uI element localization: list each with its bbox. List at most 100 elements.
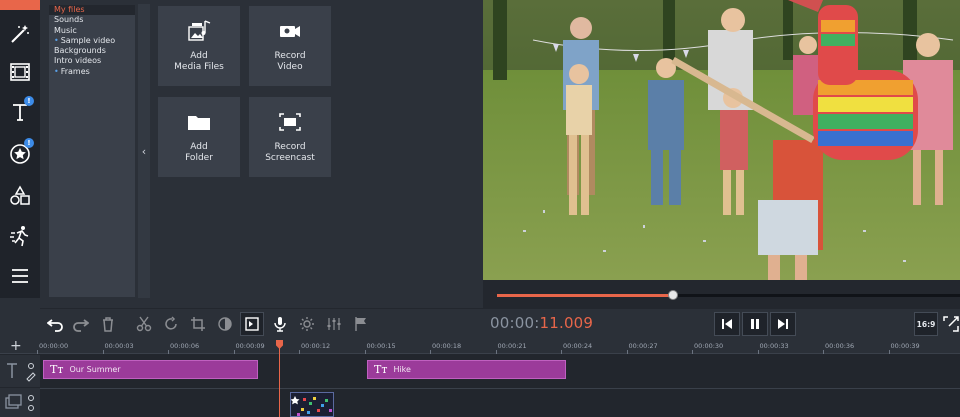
ruler-tick-label: 00:00:09 <box>235 342 265 350</box>
tree-item-sample-video[interactable]: Sample video <box>49 36 135 46</box>
redo-icon[interactable] <box>69 312 93 336</box>
ruler-tick-label: 00:00:15 <box>366 342 396 350</box>
timecode-display: 00:00:11.009 <box>490 314 593 332</box>
record-video-button[interactable]: Record Video <box>249 6 331 86</box>
ruler-tick <box>168 350 169 354</box>
ruler-tick <box>692 350 693 354</box>
ruler-tick <box>364 350 366 354</box>
collapse-panel-button[interactable]: ‹ <box>138 4 150 298</box>
ruler-tick-label: 00:00:27 <box>628 342 658 350</box>
folder-icon <box>188 116 210 130</box>
gear-icon[interactable] <box>295 312 319 336</box>
title-clip-our-summer[interactable]: Tт Our Summer <box>43 360 258 379</box>
list-icon[interactable] <box>0 258 40 294</box>
screencast-icon <box>279 113 301 131</box>
tile-label: Add Media Files <box>174 51 224 72</box>
title-track-icon <box>7 363 36 382</box>
tile-label: Record Video <box>274 51 306 72</box>
ruler-tick-label: 00:00:21 <box>497 342 527 350</box>
stickers-icon[interactable]: ! <box>0 136 40 172</box>
stickers-badge: ! <box>24 138 34 148</box>
film-icon[interactable] <box>0 54 40 90</box>
tree-item-intro-videos[interactable]: Intro videos <box>49 56 135 66</box>
title-track: Tт Our Summer Tт Hike <box>40 355 960 387</box>
overlay-track-icon <box>5 394 34 411</box>
ruler-tick-label: 00:00:03 <box>104 342 134 350</box>
equalizer-icon[interactable] <box>322 312 346 336</box>
transitions-icon[interactable] <box>0 218 40 254</box>
skip-forward-icon <box>778 319 788 329</box>
skip-back-icon <box>722 319 732 329</box>
timeline: + 00:00:00 00:00:03 00:00:06 00:00:09 00:00:… <box>0 338 960 417</box>
ruler-tick <box>626 350 628 354</box>
ruler-tick-label: 00:00:30 <box>694 342 724 350</box>
record-screencast-button[interactable]: Record Screencast <box>249 97 331 177</box>
tree-item-label: Intro videos <box>54 56 102 66</box>
title-clip-icon: Tт <box>50 363 64 376</box>
microphone-icon[interactable] <box>268 312 292 336</box>
tree-item-label: Sample video <box>60 35 116 45</box>
skip-forward-button[interactable] <box>770 312 796 336</box>
timeline-ruler[interactable]: + 00:00:00 00:00:03 00:00:06 00:00:09 00:00:… <box>0 338 960 354</box>
ruler-tick <box>888 350 890 354</box>
video-frame-image <box>483 0 960 280</box>
sticker-thumbnail <box>291 393 333 416</box>
progress-handle[interactable] <box>667 290 678 300</box>
ruler-tick <box>495 350 497 354</box>
aspect-ratio-button[interactable]: 16:9 <box>914 312 938 336</box>
playhead-line[interactable] <box>279 340 280 417</box>
tree-item-frames[interactable]: Frames <box>49 67 135 77</box>
shapes-icon[interactable] <box>0 178 40 214</box>
video-camera-icon <box>280 26 300 37</box>
file-tree: My files Sounds Music Sample video Backg… <box>48 4 136 298</box>
editing-toolbar: 00:00:11.009 16:9 <box>40 308 960 340</box>
ruler-tick-label: 00:00:39 <box>890 342 920 350</box>
ruler-tick <box>299 350 300 354</box>
tree-item-label: Backgrounds <box>54 46 106 56</box>
ruler-tick <box>823 350 824 354</box>
tree-item-label: Music <box>54 25 77 35</box>
title-clip-hike[interactable]: Tт Hike <box>367 360 566 379</box>
video-preview[interactable] <box>483 0 960 280</box>
add-media-icon <box>188 20 211 41</box>
crop-icon[interactable] <box>186 312 210 336</box>
scissors-icon[interactable] <box>132 312 156 336</box>
clip-properties-icon[interactable] <box>240 312 264 336</box>
progress-track[interactable] <box>497 290 960 300</box>
add-media-files-button[interactable]: Add Media Files <box>158 6 240 86</box>
ruler-tick-label: 00:00:33 <box>759 342 789 350</box>
color-adjust-icon[interactable] <box>213 312 237 336</box>
tree-item-label: Sounds <box>54 15 84 25</box>
tool-sidebar: ! ! <box>0 0 40 298</box>
add-folder-button[interactable]: Add Folder <box>158 97 240 177</box>
fullscreen-icon[interactable] <box>942 312 960 336</box>
pause-button[interactable] <box>742 312 768 336</box>
tree-item-backgrounds[interactable]: Backgrounds <box>49 46 135 56</box>
ruler-tick-label: 00:00:00 <box>39 342 69 350</box>
ruler-tick <box>757 350 759 354</box>
tree-item-label: Frames <box>60 66 90 76</box>
sticker-clip[interactable] <box>290 392 334 417</box>
chevron-left-icon: ‹ <box>141 144 147 158</box>
undo-icon[interactable] <box>43 312 67 336</box>
titles-icon[interactable]: ! <box>0 94 40 130</box>
playback-progress-area <box>483 280 960 308</box>
tree-item-sounds[interactable]: Sounds <box>49 15 135 25</box>
timecode-seconds: 11.009 <box>539 314 594 332</box>
magic-wand-icon[interactable] <box>0 16 40 52</box>
flag-icon[interactable] <box>349 312 373 336</box>
ruler-tick <box>430 350 431 354</box>
title-clip-icon: Tт <box>374 363 388 376</box>
trash-icon[interactable] <box>96 312 120 336</box>
ruler-tick <box>102 350 104 354</box>
tile-label: Add Folder <box>185 142 213 163</box>
timecode-main: 00:00: <box>490 314 540 332</box>
tree-item-my-files[interactable]: My files <box>49 5 135 16</box>
skip-back-button[interactable] <box>714 312 740 336</box>
add-track-icon[interactable]: + <box>10 338 22 354</box>
tree-item-label: My files <box>54 5 85 14</box>
tree-item-music[interactable]: Music <box>49 26 135 36</box>
rotate-icon[interactable] <box>159 312 183 336</box>
pause-icon <box>751 319 759 329</box>
ruler-tick-label: 00:00:12 <box>301 342 331 350</box>
